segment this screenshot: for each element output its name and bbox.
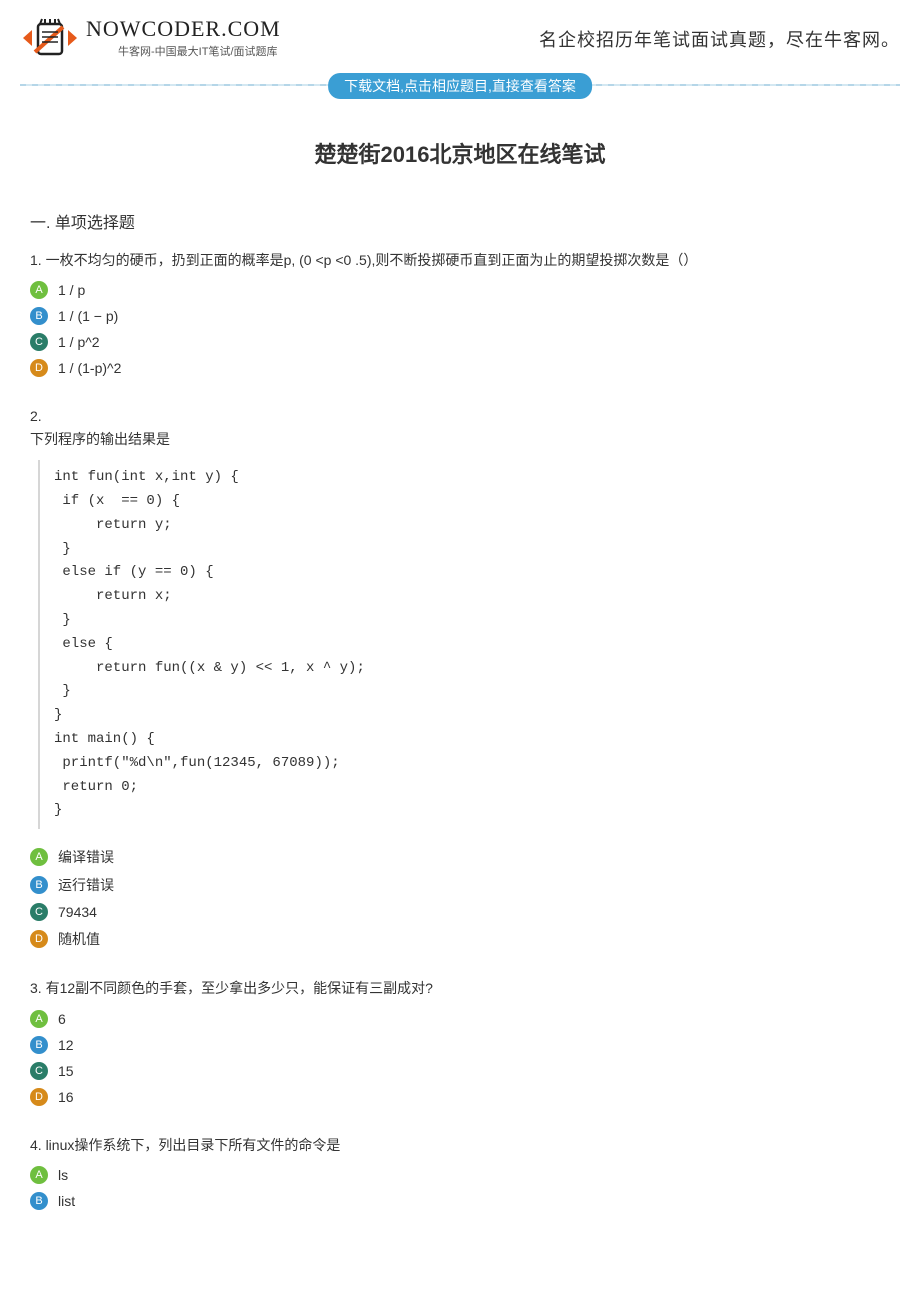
question-2: 2. 下列程序的输出结果是 int fun(int x,int y) { if … [30, 405, 890, 949]
choice-label: list [58, 1193, 75, 1209]
question-text: 2. 下列程序的输出结果是 [30, 405, 890, 450]
logo-subtitle: 牛客网-中国最大IT笔试/面试题库 [118, 43, 281, 59]
choice-b[interactable]: Blist [30, 1192, 890, 1210]
badge-b-icon: B [30, 876, 48, 894]
badge-b-icon: B [30, 307, 48, 325]
choice-b[interactable]: B 12 [30, 1036, 890, 1054]
choice-b[interactable]: B 运行错误 [30, 875, 890, 895]
choice-c[interactable]: C 79434 [30, 903, 890, 921]
choice-label: 79434 [58, 904, 97, 920]
choice-label: 随机值 [58, 929, 100, 949]
badge-b-icon: B [30, 1192, 48, 1210]
choice-a[interactable]: Als [30, 1166, 890, 1184]
choice-label: 1 / p [58, 282, 85, 298]
choice-label: 编译错误 [58, 847, 114, 867]
badge-a-icon: A [30, 848, 48, 866]
choice-label: ls [58, 1167, 68, 1183]
choice-d[interactable]: D 1 / (1-p)^2 [30, 359, 890, 377]
nowcoder-logo-icon [20, 16, 80, 61]
choice-label: 运行错误 [58, 875, 114, 895]
choice-d[interactable]: D 16 [30, 1088, 890, 1106]
choice-label: 1 / (1 − p) [58, 308, 118, 324]
question-4: 4. linux操作系统下，列出目录下所有文件的命令是 Als Blist [30, 1134, 890, 1210]
question-1: 1. 一枚不均匀的硬币，扔到正面的概率是p, (0 <p <0 .5),则不断投… [30, 249, 890, 377]
badge-d-icon: D [30, 1088, 48, 1106]
choice-label: 16 [58, 1089, 74, 1105]
logo-name: NOWCODER.COM [86, 16, 281, 42]
badge-d-icon: D [30, 930, 48, 948]
question-text: 4. linux操作系统下，列出目录下所有文件的命令是 [30, 1134, 890, 1156]
section-heading: 一. 单项选择题 [30, 209, 890, 233]
choice-label: 12 [58, 1037, 74, 1053]
badge-b-icon: B [30, 1036, 48, 1054]
badge-d-icon: D [30, 359, 48, 377]
choice-c[interactable]: C 15 [30, 1062, 890, 1080]
question-3: 3. 有12副不同颜色的手套，至少拿出多少只，能保证有三副成对? A6 B12 … [30, 977, 890, 1105]
choice-c[interactable]: C 1 / p^2 [30, 333, 890, 351]
question-text: 1. 一枚不均匀的硬币，扔到正面的概率是p, (0 <p <0 .5),则不断投… [30, 249, 890, 271]
banner-row: 下载文档,点击相应题目,直接查看答案 [20, 73, 900, 97]
page-header: NOWCODER.COM 牛客网-中国最大IT笔试/面试题库 名企校招历年笔试面… [0, 0, 920, 69]
logo-block: NOWCODER.COM 牛客网-中国最大IT笔试/面试题库 [20, 16, 281, 61]
choice-label: 1 / (1-p)^2 [58, 360, 121, 376]
choice-d[interactable]: D 随机值 [30, 929, 890, 949]
badge-a-icon: A [30, 1010, 48, 1028]
badge-c-icon: C [30, 333, 48, 351]
choice-label: 1 / p^2 [58, 334, 100, 350]
choice-label: 6 [58, 1011, 66, 1027]
badge-a-icon: A [30, 1166, 48, 1184]
page-title: 楚楚街2016北京地区在线笔试 [30, 137, 890, 169]
badge-c-icon: C [30, 1062, 48, 1080]
choice-a[interactable]: A 1 / p [30, 281, 890, 299]
banner-badge: 下载文档,点击相应题目,直接查看答案 [328, 73, 592, 99]
badge-c-icon: C [30, 903, 48, 921]
content-area: 楚楚街2016北京地区在线笔试 一. 单项选择题 1. 一枚不均匀的硬币，扔到正… [0, 97, 920, 1258]
choice-label: 15 [58, 1063, 74, 1079]
choice-a[interactable]: A6 [30, 1010, 890, 1028]
choice-a[interactable]: A 编译错误 [30, 847, 890, 867]
choice-b[interactable]: B 1 / (1 − p) [30, 307, 890, 325]
badge-a-icon: A [30, 281, 48, 299]
header-slogan: 名企校招历年笔试面试真题，尽在牛客网。 [539, 26, 900, 52]
code-block: int fun(int x,int y) { if (x == 0) { ret… [38, 460, 890, 829]
question-text: 3. 有12副不同颜色的手套，至少拿出多少只，能保证有三副成对? [30, 977, 890, 999]
